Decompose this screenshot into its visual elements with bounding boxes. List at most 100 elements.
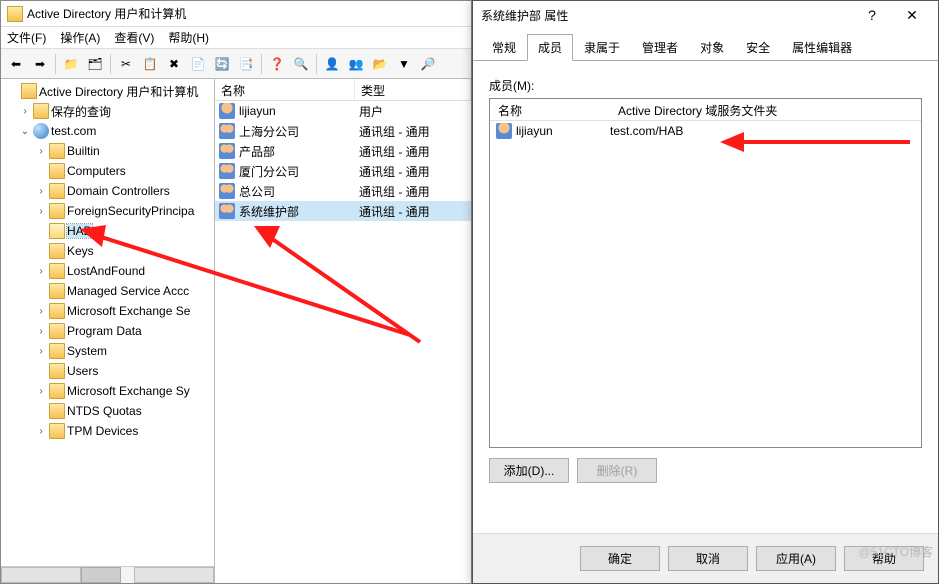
scroll-left-icon[interactable] <box>1 567 81 583</box>
member-col-folder[interactable]: Active Directory 域服务文件夹 <box>610 99 785 120</box>
remove-button: 删除(R) <box>577 458 657 483</box>
toolbar: ⬅ ➡ 📁 🗂 ✂ 📋 ✖ 📄 🔄 📑 ❓ 🔍 👤 👥 📂 ▼ 🔎 <box>1 49 471 79</box>
menu-action[interactable]: 操作(A) <box>60 29 100 46</box>
nav-back-icon[interactable]: ⬅ <box>5 53 27 75</box>
tab-object[interactable]: 对象 <box>689 34 735 61</box>
list-item[interactable]: 总公司通讯组 - 通用 <box>215 181 471 201</box>
tab-managedby[interactable]: 管理者 <box>631 34 689 61</box>
folder-icon <box>49 323 65 339</box>
find-icon[interactable]: 🔍 <box>290 53 312 75</box>
horizontal-scrollbar[interactable] <box>1 566 214 583</box>
copy-icon[interactable]: 📋 <box>139 53 161 75</box>
tree-saved-queries[interactable]: ›保存的查询 <box>3 101 212 121</box>
cut-icon[interactable]: ✂ <box>115 53 137 75</box>
tree-node[interactable]: ›Domain Controllers <box>3 181 212 201</box>
tree-node[interactable]: ›Builtin <box>3 141 212 161</box>
menu-help[interactable]: 帮助(H) <box>168 29 209 46</box>
new-user-icon[interactable]: 👤 <box>321 53 343 75</box>
menu-view[interactable]: 查看(V) <box>114 29 154 46</box>
close-icon[interactable]: ✕ <box>894 4 930 26</box>
tab-attreditor[interactable]: 属性编辑器 <box>781 34 863 61</box>
member-col-name[interactable]: 名称 <box>490 99 610 120</box>
new-group-icon[interactable]: 👥 <box>345 53 367 75</box>
folder-icon <box>49 343 65 359</box>
tree-node[interactable]: ›System <box>3 341 212 361</box>
folder-icon <box>49 183 65 199</box>
dialog-title: 系统维护部 属性 <box>481 7 568 24</box>
cancel-button[interactable]: 取消 <box>668 546 748 571</box>
tree-node[interactable]: Keys <box>3 241 212 261</box>
delete-icon[interactable]: ✖ <box>163 53 185 75</box>
folder-icon <box>49 303 65 319</box>
menu-file[interactable]: 文件(F) <box>7 29 46 46</box>
scroll-track[interactable] <box>121 567 134 583</box>
folder-icon <box>49 263 65 279</box>
list-header[interactable]: 名称 类型 <box>215 79 471 101</box>
tree-node[interactable]: NTDS Quotas <box>3 401 212 421</box>
tree-node[interactable]: ›TPM Devices <box>3 421 212 441</box>
show-icon[interactable]: 🗂 <box>84 53 106 75</box>
list-item[interactable]: lijiayun用户 <box>215 101 471 121</box>
dialog-titlebar: 系统维护部 属性 ? ✕ <box>473 1 938 29</box>
tree-node[interactable]: ›ForeignSecurityPrincipa <box>3 201 212 221</box>
group-icon <box>219 183 235 199</box>
tree-node[interactable]: ›Program Data <box>3 321 212 341</box>
refresh-icon[interactable]: 🔄 <box>211 53 233 75</box>
col-type[interactable]: 类型 <box>355 79 471 100</box>
properties-dialog: 系统维护部 属性 ? ✕ 常规 成员 隶属于 管理者 对象 安全 属性编辑器 成… <box>472 0 939 584</box>
tree-domain[interactable]: ⌄test.com <box>3 121 212 141</box>
scroll-thumb[interactable] <box>81 567 121 583</box>
tab-memberof[interactable]: 隶属于 <box>573 34 631 61</box>
properties-icon[interactable]: 📄 <box>187 53 209 75</box>
scroll-right-icon[interactable] <box>134 567 214 583</box>
tree-node-hab[interactable]: HAB <box>3 221 212 241</box>
new-ou-icon[interactable]: 📂 <box>369 53 391 75</box>
list-pane: 名称 类型 lijiayun用户 上海分公司通讯组 - 通用 产品部通讯组 - … <box>215 79 471 583</box>
dialog-body: 成员(M): 名称 Active Directory 域服务文件夹 lijiay… <box>473 61 938 501</box>
tree-node[interactable]: Computers <box>3 161 212 181</box>
member-row[interactable]: lijiayun test.com/HAB <box>490 121 921 141</box>
group-icon <box>219 143 235 159</box>
add-button[interactable]: 添加(D)... <box>489 458 569 483</box>
folder-icon <box>49 163 65 179</box>
tab-members[interactable]: 成员 <box>527 34 573 61</box>
list-item-selected[interactable]: 系统维护部通讯组 - 通用 <box>215 201 471 221</box>
tree[interactable]: Active Directory 用户和计算机 ›保存的查询 ⌄test.com… <box>1 79 214 566</box>
list-item[interactable]: 上海分公司通讯组 - 通用 <box>215 121 471 141</box>
members-header[interactable]: 名称 Active Directory 域服务文件夹 <box>490 99 921 121</box>
tab-general[interactable]: 常规 <box>481 34 527 61</box>
tree-root[interactable]: Active Directory 用户和计算机 <box>3 81 212 101</box>
user-icon <box>219 103 235 119</box>
folder-icon <box>49 283 65 299</box>
titlebar: Active Directory 用户和计算机 <box>1 1 471 27</box>
tree-node[interactable]: ›Microsoft Exchange Se <box>3 301 212 321</box>
tree-node[interactable]: Users <box>3 361 212 381</box>
tree-node[interactable]: Managed Service Accc <box>3 281 212 301</box>
folder-icon <box>49 243 65 259</box>
folder-open-icon <box>49 223 65 239</box>
group-icon <box>219 203 235 219</box>
filter-icon[interactable]: ▼ <box>393 53 415 75</box>
list-body[interactable]: lijiayun用户 上海分公司通讯组 - 通用 产品部通讯组 - 通用 厦门分… <box>215 101 471 583</box>
help-button-icon[interactable]: ? <box>854 4 890 26</box>
members-list[interactable]: 名称 Active Directory 域服务文件夹 lijiayun test… <box>489 98 922 448</box>
nav-fwd-icon[interactable]: ➡ <box>29 53 51 75</box>
export-icon[interactable]: 📑 <box>235 53 257 75</box>
col-name[interactable]: 名称 <box>215 79 355 100</box>
separator <box>55 54 56 74</box>
search-icon[interactable]: 🔎 <box>417 53 439 75</box>
up-icon[interactable]: 📁 <box>60 53 82 75</box>
tab-security[interactable]: 安全 <box>735 34 781 61</box>
member-actions: 添加(D)... 删除(R) <box>489 458 922 483</box>
tree-node[interactable]: ›Microsoft Exchange Sy <box>3 381 212 401</box>
help-icon[interactable]: ❓ <box>266 53 288 75</box>
apply-button[interactable]: 应用(A) <box>756 546 836 571</box>
ok-button[interactable]: 确定 <box>580 546 660 571</box>
folder-icon <box>49 403 65 419</box>
separator <box>261 54 262 74</box>
window-title: Active Directory 用户和计算机 <box>27 5 186 22</box>
list-item[interactable]: 厦门分公司通讯组 - 通用 <box>215 161 471 181</box>
tree-node[interactable]: ›LostAndFound <box>3 261 212 281</box>
menubar: 文件(F) 操作(A) 查看(V) 帮助(H) <box>1 27 471 49</box>
list-item[interactable]: 产品部通讯组 - 通用 <box>215 141 471 161</box>
